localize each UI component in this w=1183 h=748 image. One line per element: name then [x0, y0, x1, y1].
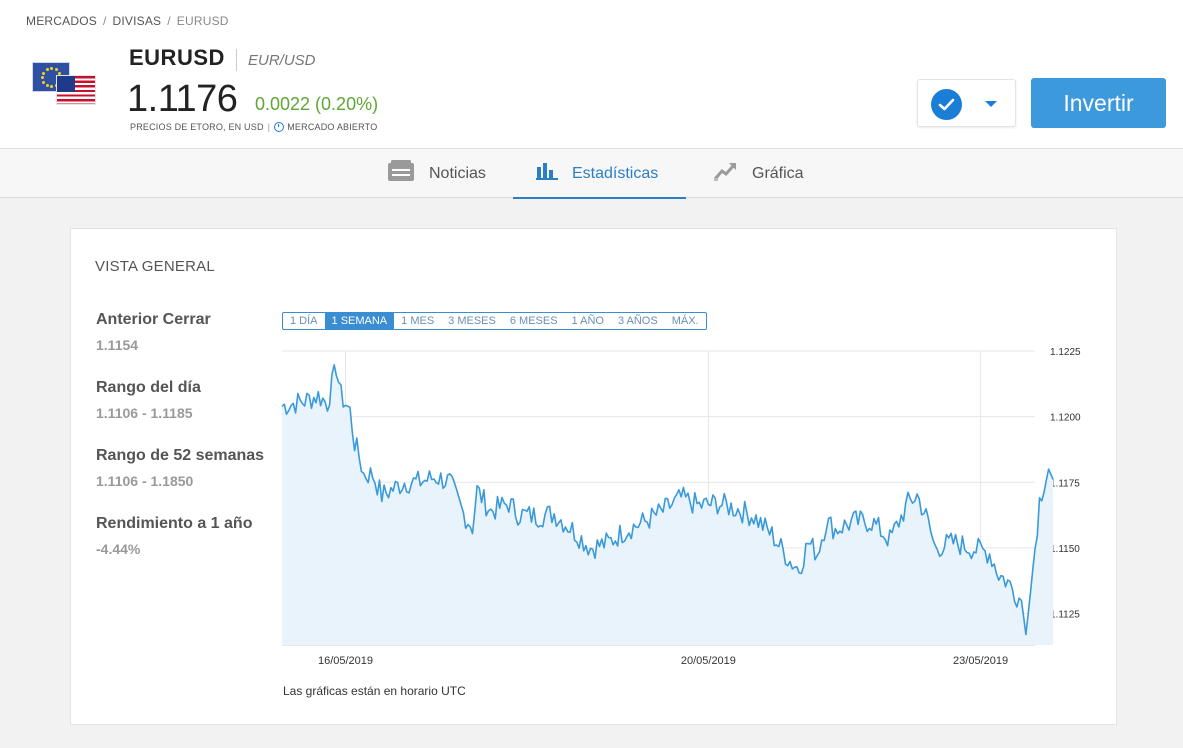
tab-news[interactable]: Noticias [387, 149, 486, 198]
x-tick-label: 20/05/2019 [681, 655, 736, 667]
invest-button[interactable]: Invertir [1031, 78, 1166, 128]
divider: | [267, 122, 271, 132]
flag-star [50, 67, 53, 70]
chevron-down-icon [985, 101, 997, 107]
flag-star [42, 71, 46, 75]
tab-chart[interactable]: Gráfica [713, 149, 804, 198]
breadcrumb-separator: / [167, 14, 171, 28]
bar-chart-icon [536, 162, 558, 185]
breadcrumb-separator: / [102, 14, 107, 28]
chart-trend-icon [713, 161, 738, 186]
breadcrumb: MERCADOS / DIVISAS / EURUSD [26, 14, 229, 28]
currency-flags [32, 62, 96, 108]
price-area [282, 364, 1054, 645]
prices-note: PRECIOS DE ETORO, EN USD [130, 122, 264, 132]
x-tick-label: 16/05/2019 [318, 655, 373, 667]
check-icon [931, 89, 962, 120]
instrument-pair: EUR/USD [248, 52, 316, 69]
divider [236, 49, 237, 71]
y-tick-label: 1.1225 [1050, 347, 1081, 358]
flag-star [41, 76, 44, 79]
breadcrumb-currencies[interactable]: DIVISAS [113, 14, 162, 28]
instrument-header: MERCADOS / DIVISAS / EURUSD EURUSD EUR/USD 1… [0, 0, 1183, 148]
market-status: MERCADO ABIERTO [287, 122, 378, 132]
tab-news-label: Noticias [429, 164, 486, 182]
tab-statistics-label: Estadísticas [572, 164, 659, 182]
y-tick-label: 1.1125 [1050, 610, 1080, 621]
tab-chart-label: Gráfica [752, 164, 804, 182]
flag-star [45, 83, 49, 87]
instrument-symbol: EURUSD [129, 45, 225, 70]
price-change: 0.0022 (0.20%) [255, 94, 379, 114]
flag-star [42, 80, 46, 84]
tab-statistics[interactable]: Estadísticas [513, 149, 686, 199]
price-info: PRECIOS DE ETORO, EN USD | MERCADO ABIER… [130, 122, 377, 132]
us-flag-icon [56, 75, 96, 105]
flag-star [50, 85, 53, 88]
tab-bar: Noticias Estadísticas Gráfica [0, 148, 1183, 199]
y-tick-label: 1.1200 [1050, 413, 1081, 424]
y-tick-label: 1.1175 [1050, 478, 1080, 489]
overview-card: VISTA GENERAL Anterior Cerrar 1.1154 Ran… [70, 228, 1117, 725]
x-tick-label: 23/05/2019 [953, 655, 1008, 667]
utc-note: Las gráficas están en horario UTC [283, 684, 466, 698]
news-icon [387, 160, 415, 187]
price-chart[interactable]: 1.1225 1.1200 1.1175 1.1150 1.1125 16/05/2019… [71, 229, 1116, 724]
y-tick-label: 1.1150 [1050, 544, 1080, 555]
watchlist-dropdown-button[interactable] [917, 79, 1016, 127]
flag-star [45, 68, 49, 72]
current-price: 1.1176 [127, 78, 238, 120]
clock-icon [274, 122, 285, 132]
breadcrumb-markets[interactable]: MERCADOS [26, 14, 97, 28]
breadcrumb-current: EURUSD [176, 14, 229, 28]
flag-star [54, 68, 58, 72]
